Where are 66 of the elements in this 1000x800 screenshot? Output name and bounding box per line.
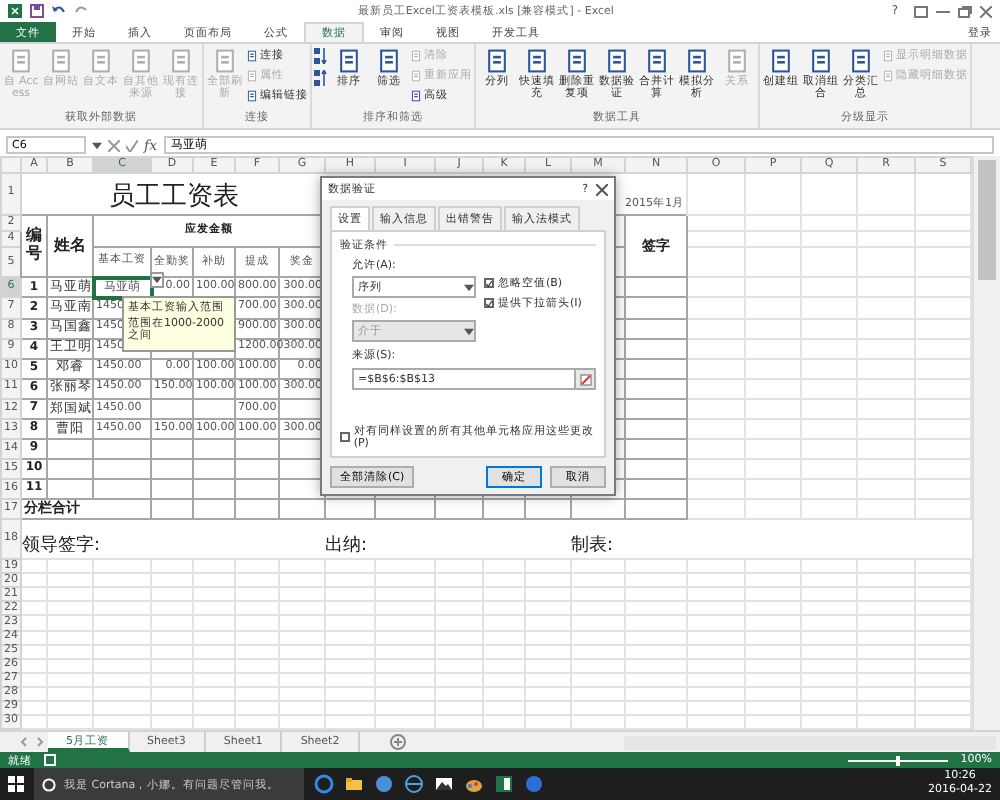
sheet-title: 员工工资表 (108, 182, 239, 213)
caret-icon (92, 141, 102, 149)
column-heading: 编号 (24, 228, 44, 265)
close-icon[interactable] (596, 183, 608, 195)
macro-record-icon[interactable] (44, 754, 56, 766)
document-icon (212, 48, 238, 74)
horizontal-scrollbar[interactable] (624, 735, 996, 749)
paint-icon[interactable] (464, 774, 484, 794)
document-icon (724, 48, 750, 74)
document-icon (88, 48, 114, 74)
document-icon (882, 69, 894, 81)
document-icon (684, 48, 710, 74)
windows-logo-icon[interactable] (8, 776, 24, 792)
close-icon[interactable] (980, 5, 992, 17)
signature-label: 领导签字: (22, 536, 101, 557)
restore-icon[interactable] (958, 5, 972, 17)
dropdown-button[interactable] (150, 272, 164, 288)
checkbox[interactable] (484, 278, 494, 288)
minimize-icon[interactable] (936, 5, 950, 17)
scrollbar-thumb[interactable] (978, 160, 996, 280)
document-icon (768, 48, 794, 74)
add-sheet-icon[interactable] (387, 732, 408, 752)
column-heading: 姓名 (54, 236, 86, 255)
caret-icon (464, 327, 474, 335)
sort-ascending-icon[interactable] (314, 48, 328, 64)
document-icon (484, 48, 510, 74)
signature-label: 制表: (571, 536, 614, 557)
document-icon (246, 69, 258, 81)
checkbox[interactable] (340, 432, 350, 442)
undo-icon[interactable] (52, 4, 66, 18)
document-icon (410, 89, 422, 101)
document-icon (808, 48, 834, 74)
signature-label: 出纳: (325, 536, 368, 557)
document-icon (376, 48, 402, 74)
range-picker-button[interactable] (576, 368, 596, 390)
excel-logo-icon[interactable] (8, 4, 22, 18)
caret-icon (464, 283, 474, 291)
document-icon (246, 49, 258, 61)
ring-icon (42, 777, 56, 791)
browser-icon[interactable] (314, 774, 334, 794)
document-icon (644, 48, 670, 74)
range-picker-icon (579, 373, 591, 385)
folder-icon[interactable] (344, 774, 364, 794)
document-icon (410, 69, 422, 81)
cancel-icon[interactable] (108, 139, 120, 151)
document-icon (410, 49, 422, 61)
image-icon[interactable] (434, 774, 454, 794)
save-icon[interactable] (30, 4, 44, 18)
document-icon (524, 48, 550, 74)
caret-icon (152, 276, 162, 284)
document-icon (246, 89, 258, 101)
enter-icon[interactable] (126, 139, 138, 151)
ribbon-display-icon[interactable] (914, 5, 928, 17)
document-icon (128, 48, 154, 74)
document-icon (848, 48, 874, 74)
checkbox[interactable] (484, 298, 494, 308)
spreadsheet-app-icon[interactable] (494, 774, 514, 794)
document-icon (882, 49, 894, 61)
document-icon (8, 48, 34, 74)
document-icon (168, 48, 194, 74)
sort-descending-icon[interactable] (314, 70, 328, 86)
document-icon (336, 48, 362, 74)
document-icon (48, 48, 74, 74)
redo-icon[interactable] (74, 4, 88, 18)
document-icon (604, 48, 630, 74)
document-icon (564, 48, 590, 74)
